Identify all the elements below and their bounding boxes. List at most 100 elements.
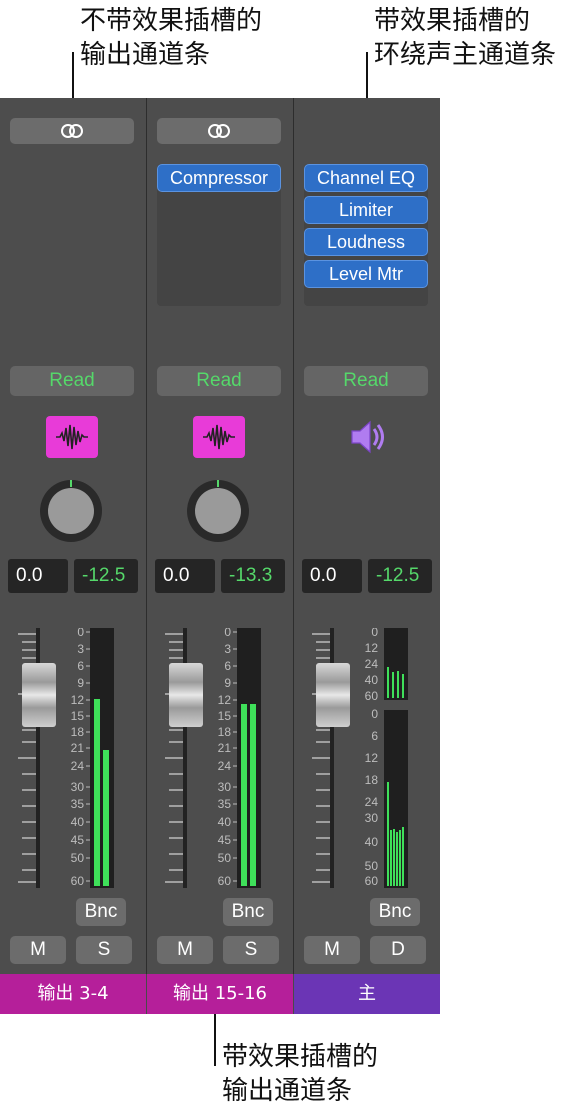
callout-line-bottom xyxy=(214,1014,216,1066)
meter-scale-label: 0 xyxy=(371,628,378,639)
meter-bar xyxy=(402,674,404,698)
level-meter xyxy=(237,628,261,888)
meter-scale-label: 40 xyxy=(71,815,85,829)
volume-fader[interactable] xyxy=(316,663,350,727)
track-icon[interactable] xyxy=(193,416,245,458)
mute-button[interactable]: M xyxy=(10,936,66,964)
meter-bar xyxy=(402,827,404,886)
meter-scale: 0 3 6 9 12 15 18 21 24 30 35 40 45 50 60 xyxy=(71,628,90,888)
meter-scale-label: 60 xyxy=(365,689,379,703)
meter-scale-label: 21 xyxy=(218,741,232,755)
meter-scale-label: 40 xyxy=(365,673,379,687)
speaker-icon xyxy=(351,420,384,454)
surround-meter-scale: 0 12 24 40 60 0 6 12 18 24 30 40 50 60 xyxy=(365,628,379,888)
automation-mode-button[interactable]: Read xyxy=(10,366,134,396)
plugin-slot-compressor[interactable]: Compressor xyxy=(157,164,281,192)
automation-mode-button[interactable]: Read xyxy=(157,366,281,396)
pan-knob[interactable] xyxy=(185,478,251,544)
meter-scale-label: 6 xyxy=(224,659,231,673)
volume-fader[interactable] xyxy=(22,663,56,727)
automation-mode-button[interactable]: Read xyxy=(304,366,428,396)
meter-scale-label: 35 xyxy=(218,797,232,811)
meter-scale-label: 60 xyxy=(218,874,232,888)
callout-line-top-left xyxy=(72,52,74,98)
meter-scale-label: 12 xyxy=(365,751,379,765)
channel-name[interactable]: 输出 3-4 xyxy=(0,974,146,1014)
mute-button[interactable]: M xyxy=(157,936,213,964)
volume-readout[interactable]: 0.0 xyxy=(8,559,68,593)
meter-bar xyxy=(397,671,399,698)
bounce-button[interactable]: Bnc xyxy=(223,898,273,926)
stereo-link-button[interactable] xyxy=(157,118,281,144)
meter-scale-label: 60 xyxy=(365,874,379,888)
callout-top-left: 不带效果插槽的 输出通道条 xyxy=(80,6,263,70)
meter-scale-label: 0 xyxy=(371,707,378,721)
stereo-link-icon xyxy=(208,124,230,138)
volume-fader[interactable] xyxy=(169,663,203,727)
volume-readout[interactable]: 0.0 xyxy=(302,559,362,593)
solo-button[interactable]: S xyxy=(223,936,279,964)
stereo-link-icon xyxy=(61,124,83,138)
meter-scale-label: 30 xyxy=(218,780,232,794)
channel-strip-output-3-4: Read 0.0 -12.5 0 3 6 9 12 15 18 21 24 30… xyxy=(0,98,146,1014)
track-icon[interactable] xyxy=(46,416,98,458)
plugin-slot-level-mtr[interactable]: Level Mtr xyxy=(304,260,428,288)
meter-scale-label: 24 xyxy=(365,657,379,671)
pan-knob[interactable] xyxy=(38,478,104,544)
meter-scale-label: 24 xyxy=(218,759,232,773)
meter-bar-right xyxy=(103,750,109,886)
meter-scale-label: 18 xyxy=(365,773,379,787)
meter-scale-label: 12 xyxy=(365,641,379,655)
meter-scale-label: 9 xyxy=(77,676,84,690)
pan-readout[interactable]: -13.3 xyxy=(221,559,285,593)
meter-scale-label: 35 xyxy=(71,797,85,811)
meter-scale-label: 6 xyxy=(77,659,84,673)
plugin-slot-channel-eq[interactable]: Channel EQ xyxy=(304,164,428,192)
meter-scale-label: 15 xyxy=(71,709,85,723)
pan-readout[interactable]: -12.5 xyxy=(74,559,138,593)
meter-bar-left xyxy=(241,704,247,886)
meter-bar xyxy=(399,830,401,886)
meter-scale-label: 15 xyxy=(218,709,232,723)
meter-scale-label: 40 xyxy=(218,815,232,829)
meter-scale-label: 30 xyxy=(71,780,85,794)
channel-name[interactable]: 输出 15-16 xyxy=(147,974,293,1014)
channel-name[interactable]: 主 xyxy=(294,974,440,1014)
meter-scale-label: 0 xyxy=(77,628,84,639)
meter-scale-label: 40 xyxy=(365,835,379,849)
meter-scale-label: 45 xyxy=(71,833,85,847)
callout-line-top-right xyxy=(366,52,368,98)
meter-scale-label: 30 xyxy=(365,811,379,825)
waveform-icon xyxy=(56,424,88,450)
meter-scale-label: 6 xyxy=(371,729,378,743)
pan-readout[interactable]: -12.5 xyxy=(368,559,432,593)
meter-scale-label: 0 xyxy=(224,628,231,639)
mixer-panel: Read 0.0 -12.5 0 3 6 9 12 15 18 21 24 30… xyxy=(0,98,440,1014)
level-meter xyxy=(90,628,114,888)
meter-scale-label: 3 xyxy=(77,642,84,656)
plugin-slot-loudness[interactable]: Loudness xyxy=(304,228,428,256)
plugin-slot-limiter[interactable]: Limiter xyxy=(304,196,428,224)
meter-scale-label: 21 xyxy=(71,741,85,755)
meter-scale-label: 12 xyxy=(71,693,85,707)
meter-scale-label: 18 xyxy=(218,725,232,739)
meter-scale: 0 3 6 9 12 15 18 21 24 30 35 40 45 50 60 xyxy=(218,628,237,888)
meter-scale-label: 50 xyxy=(71,851,85,865)
mute-button[interactable]: M xyxy=(304,936,360,964)
bounce-button[interactable]: Bnc xyxy=(76,898,126,926)
solo-button[interactable]: S xyxy=(76,936,132,964)
dim-button[interactable]: D xyxy=(370,936,426,964)
surround-level-meter-top xyxy=(384,628,408,700)
meter-bar xyxy=(390,830,392,886)
meter-bar-right xyxy=(250,704,256,886)
track-icon[interactable] xyxy=(340,416,392,458)
meter-bar xyxy=(392,672,394,698)
volume-readout[interactable]: 0.0 xyxy=(155,559,215,593)
meter-scale-label: 50 xyxy=(365,859,379,873)
meter-scale-label: 9 xyxy=(224,676,231,690)
stereo-link-button[interactable] xyxy=(10,118,134,144)
bounce-button[interactable]: Bnc xyxy=(370,898,420,926)
callout-top-right: 带效果插槽的 环绕声主通道条 xyxy=(374,6,557,70)
meter-scale-label: 60 xyxy=(71,874,85,888)
meter-scale-label: 12 xyxy=(218,693,232,707)
